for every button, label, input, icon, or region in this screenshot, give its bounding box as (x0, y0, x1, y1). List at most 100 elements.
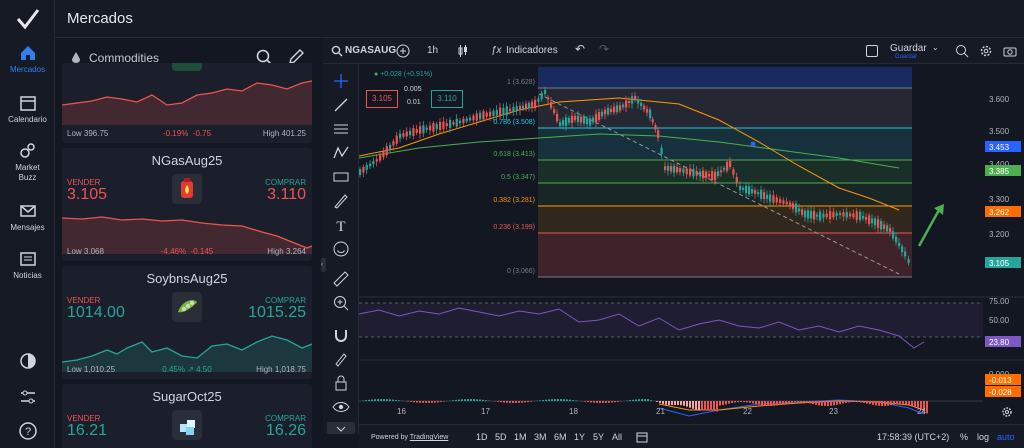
magnet-icon[interactable] (332, 326, 350, 344)
candle-body (462, 118, 465, 124)
range-6m[interactable]: 6M (554, 432, 567, 442)
chevron-down-icon[interactable] (327, 422, 355, 434)
help-icon[interactable]: ? (18, 421, 38, 441)
buy-box-button[interactable]: 3.110 (431, 90, 463, 108)
sell-price-button[interactable]: 16.21 (67, 422, 107, 440)
sell-box-button[interactable]: 3.105 (366, 90, 398, 108)
nav-item-noticias[interactable]: Noticias (0, 250, 55, 280)
camera-icon[interactable] (1003, 44, 1017, 58)
macd-bar (839, 401, 841, 405)
tradingview-link[interactable]: TradingView (410, 434, 449, 441)
price-tag: 3.105 (989, 259, 1010, 268)
nav-item-market-buzz[interactable]: Market Buzz (0, 142, 55, 183)
macd-bar (572, 400, 574, 401)
quick-search-icon[interactable] (955, 44, 969, 58)
candle-body (565, 117, 568, 126)
redo-icon[interactable]: ↷ (599, 42, 609, 56)
buy-price-button[interactable]: 16.26 (266, 422, 306, 440)
percent-toggle[interactable]: % (960, 432, 968, 442)
layout-icon[interactable] (866, 45, 878, 57)
crosshair-icon[interactable] (332, 72, 350, 90)
gear-icon[interactable] (979, 44, 993, 58)
range-5y[interactable]: 5Y (593, 432, 604, 442)
trend-anchor[interactable] (750, 141, 756, 147)
instrument-card[interactable]: Low 396.75 -0.19% -0.75 High 401.25 (62, 63, 312, 143)
candle-body (359, 169, 362, 175)
range-5d[interactable]: 5D (495, 432, 507, 442)
range-all[interactable]: All (612, 432, 622, 442)
instrument-card-ngas[interactable]: NGasAug25 VENDER COMPRAR 3.105 3.110 Low… (62, 148, 312, 261)
trendline-icon[interactable] (332, 96, 350, 114)
chevron-down-icon[interactable]: ⌄ (932, 43, 939, 52)
candle-body (714, 171, 717, 181)
nav-item-mensajes[interactable]: Mensajes (0, 202, 55, 232)
candle-body (763, 192, 766, 200)
auto-toggle[interactable]: auto (997, 432, 1015, 442)
range-3m[interactable]: 3M (534, 432, 547, 442)
symbol-button[interactable]: NGASAUG (345, 45, 396, 56)
macd-bar (377, 399, 379, 401)
zoom-in-icon[interactable] (332, 294, 350, 312)
buy-price-button[interactable]: 1015.25 (248, 304, 306, 322)
nav-item-mercados[interactable]: Mercados (0, 44, 55, 74)
range-1m[interactable]: 1M (514, 432, 527, 442)
sell-price-button[interactable]: 3.105 (67, 186, 107, 204)
candle-body (886, 225, 889, 232)
save-button[interactable]: Guardar (890, 43, 927, 54)
macd-bar (833, 401, 835, 406)
clock-label[interactable]: 17:58:39 (UTC+2) (877, 432, 949, 442)
macd-bar (827, 401, 829, 406)
price-chart[interactable]: 1 (3.628) 0.786 (3.508) 0.618 (3.413) 0.… (359, 64, 1024, 448)
chart-panel: NGASAUG 1h ƒx Indicadores ↶ ↷ Guardar Gu… (321, 38, 1024, 448)
range-1y[interactable]: 1Y (574, 432, 585, 442)
macd-bar (599, 401, 601, 403)
macd-bar (440, 401, 442, 402)
instrument-card-soybns[interactable]: SoybnsAug25 VENDER COMPRAR 1014.00 1015.… (62, 266, 312, 379)
measure-range-icon[interactable] (332, 168, 350, 186)
sell-price-button[interactable]: 1014.00 (67, 304, 125, 322)
collapse-handle[interactable]: ‹ (321, 258, 326, 272)
log-toggle[interactable]: log (977, 432, 989, 442)
candle-body (782, 200, 785, 204)
drawing-toolbar: T (323, 64, 359, 434)
theme-toggle-icon[interactable] (18, 351, 38, 371)
add-symbol-icon[interactable] (396, 44, 410, 58)
pencil-lock-icon[interactable] (332, 350, 350, 368)
ruler-icon[interactable] (332, 270, 350, 288)
search-icon[interactable] (331, 45, 343, 57)
buy-price-button[interactable]: 3.110 (267, 186, 306, 204)
lock-icon[interactable] (332, 374, 350, 392)
candles-icon[interactable] (457, 44, 469, 58)
page-title: Mercados (67, 10, 133, 27)
emoji-icon[interactable] (332, 240, 350, 258)
candle-body (445, 123, 448, 127)
nav-item-calendario[interactable]: Calendario (0, 94, 55, 124)
macd-bar (761, 401, 763, 406)
candle-body (409, 130, 412, 136)
macd-bar (473, 399, 475, 401)
undo-icon[interactable]: ↶ (575, 42, 585, 56)
horizontal-lines-icon[interactable] (332, 120, 350, 138)
text-tool-icon[interactable]: T (332, 216, 350, 234)
macd-bar (713, 401, 715, 411)
pattern-icon[interactable] (332, 144, 350, 162)
interval-button[interactable]: 1h (427, 45, 438, 56)
settings-sliders-icon[interactable] (18, 387, 38, 407)
brush-icon[interactable] (332, 192, 350, 210)
candle-body (515, 106, 518, 112)
candle-body (395, 135, 398, 144)
candle-body (892, 231, 895, 239)
time-tick: 17 (481, 407, 490, 416)
eye-icon[interactable] (332, 398, 350, 416)
gear-icon[interactable] (1002, 407, 1012, 417)
candle-body (657, 130, 660, 138)
macd-bar (443, 401, 445, 402)
date-range-icon[interactable] (636, 431, 648, 443)
macd-bar (686, 401, 688, 407)
macd-bar (728, 401, 730, 404)
indicators-button[interactable]: Indicadores (506, 45, 558, 56)
instrument-card-sugar[interactable]: SugarOct25 VENDER COMPRAR 16.21 16.26 (62, 384, 312, 448)
range-1d[interactable]: 1D (476, 432, 488, 442)
macd-bar (734, 401, 736, 403)
macd-bar (692, 401, 694, 409)
